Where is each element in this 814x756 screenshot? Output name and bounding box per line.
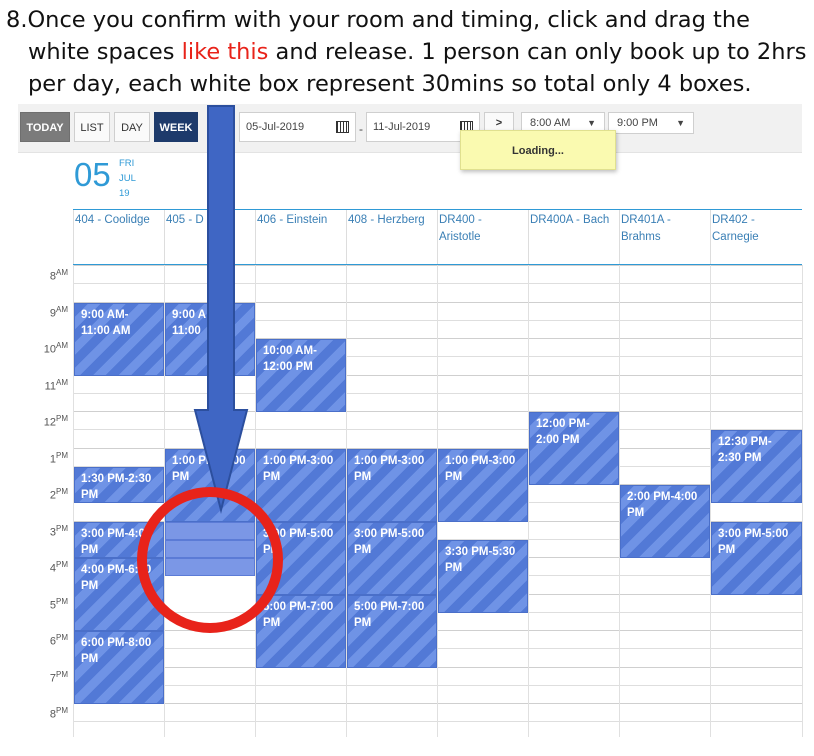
time-label: 4PM (49, 560, 68, 575)
room-name: 408 - Herzberg (348, 214, 425, 226)
room-header[interactable]: 408 - Herzberg (346, 210, 437, 264)
room-header[interactable]: 406 - Einstein (255, 210, 346, 264)
booking-event[interactable]: 1:00 PM-3:00 PM (347, 448, 437, 522)
booking-event[interactable]: 5:00 PM-7:00 PM (347, 594, 437, 668)
room-name-2: Aristotle (439, 231, 481, 243)
room-booking-calendar: TODAY LIST DAY WEEK 05-Jul-2019 - 11-Jul… (18, 104, 803, 744)
booking-event[interactable]: 3:00 PM-5:00 PM (711, 521, 802, 595)
day-number: 05 (74, 156, 111, 193)
room-header[interactable]: DR400 - Aristotle (437, 210, 528, 264)
booking-event[interactable]: 12:00 PM- 2:00 PM (529, 412, 619, 485)
booking-event[interactable]: 1:00 PM- :00 PM (165, 448, 255, 522)
selected-time-slot[interactable] (165, 558, 255, 577)
start-date-field[interactable]: 05-Jul-2019 (239, 112, 356, 142)
schedule-grid[interactable]: 9:00 AM- 11:00 AM 9:00 A 11:00 10:00 AM- … (73, 265, 803, 737)
time-label: 1PM (49, 450, 68, 466)
time-label: 8PM (49, 706, 68, 721)
booking-event[interactable]: 1:00 PM-3:00 PM (438, 448, 528, 522)
booking-event[interactable]: 3:00 PM-5:00 PM (256, 521, 346, 595)
calendar-icon[interactable] (336, 121, 349, 133)
grid-column-divider (528, 265, 529, 737)
today-button[interactable]: TODAY (20, 112, 70, 142)
end-date-value: 11-Jul-2019 (373, 121, 431, 133)
time-label: 5PM (49, 596, 68, 612)
booking-event[interactable]: 6:00 PM-8:00 PM (74, 631, 164, 704)
room-name-2: Brahms (621, 231, 661, 243)
chevron-down-icon: ▼ (676, 118, 685, 128)
room-name: 406 - Einstein (257, 214, 328, 226)
booking-event[interactable]: 9:00 AM- 11:00 AM (74, 302, 164, 376)
instruction-line-2-start: white spaces (28, 39, 182, 65)
room-name-2: Carnegie (712, 231, 759, 243)
instruction-line-2-end: and release. 1 person can only book up t… (268, 39, 807, 65)
end-time-value: 9:00 PM (617, 117, 658, 129)
start-time-value: 8:00 AM (530, 117, 571, 129)
instruction-line-3: per day, each white box represent 30mins… (28, 71, 752, 97)
booking-event[interactable]: 10:00 AM- 12:00 PM (256, 339, 346, 412)
time-label: 12PM (43, 414, 68, 429)
room-header[interactable]: DR400A - Bach (528, 210, 619, 264)
time-label: 8AM (49, 268, 68, 283)
list-view-button[interactable]: LIST (74, 112, 110, 142)
booking-event[interactable]: 3:00 PM-5:00 PM (347, 521, 437, 595)
selected-time-slot[interactable] (165, 576, 255, 595)
loading-tooltip: Loading... (460, 130, 616, 170)
room-name: 404 - Coolidge (75, 214, 150, 226)
booking-event[interactable]: 1:30 PM-2:30 PM (74, 466, 164, 504)
grid-column-divider (802, 265, 803, 737)
day-meta: FRI JUL 19 (119, 156, 136, 201)
time-label: 11AM (44, 377, 68, 393)
time-label: 7PM (49, 669, 68, 685)
time-label: 2PM (49, 487, 68, 502)
year-label: 19 (119, 188, 130, 199)
booking-event[interactable]: 3:30 PM-5:30 PM (438, 539, 528, 613)
week-view-button[interactable]: WEEK (154, 112, 198, 142)
room-name: DR400A - Bach (530, 214, 610, 226)
time-label: 9AM (49, 304, 68, 320)
month-label: JUL (119, 173, 136, 184)
start-date-value: 05-Jul-2019 (246, 121, 305, 133)
date-range-separator: - (359, 122, 363, 136)
room-name: 405 - D (166, 214, 204, 226)
booking-event[interactable]: 1:00 PM-3:00 PM (256, 448, 346, 522)
selected-time-slot[interactable] (165, 539, 255, 558)
booking-event[interactable]: 12:30 PM- 2:30 PM (711, 430, 802, 504)
room-header[interactable]: 405 - D (164, 210, 255, 264)
room-header[interactable]: DR401A - Brahms (619, 210, 710, 264)
booking-event[interactable]: 4:00 PM-6:00 PM (74, 558, 164, 631)
instruction-line-2: white spaces like this and release. 1 pe… (28, 36, 806, 68)
booking-event[interactable]: 9:00 A 11:00 (165, 302, 255, 376)
room-name: DR401A - (621, 214, 671, 226)
weekday-label: FRI (119, 158, 135, 169)
room-name: DR400 - (439, 214, 482, 226)
calendar-toolbar: TODAY LIST DAY WEEK 05-Jul-2019 - 11-Jul… (18, 104, 802, 153)
room-header[interactable]: DR402 - Carnegie (710, 210, 802, 264)
end-time-select[interactable]: 9:00 PM ▼ (608, 112, 694, 134)
room-header[interactable]: 404 - Coolidge (73, 210, 164, 264)
booking-event[interactable]: 5:00 PM-7:00 PM (256, 594, 346, 668)
instruction-highlight: like this (181, 39, 269, 65)
time-label: 6PM (49, 633, 68, 648)
time-label: 10AM (43, 341, 68, 356)
day-view-button[interactable]: DAY (114, 112, 150, 142)
time-label: 3PM (49, 523, 68, 539)
booking-event[interactable]: 3:00 PM-4:0 PM (74, 521, 164, 558)
room-header-row: 404 - Coolidge 405 - D 406 - Einstein 40… (73, 209, 802, 266)
room-name: DR402 - (712, 214, 755, 226)
selected-time-slot[interactable] (165, 521, 255, 540)
instruction-line-1: 8.Once you confirm with your room and ti… (6, 7, 750, 33)
booking-event[interactable]: 2:00 PM-4:00 PM (620, 485, 710, 558)
